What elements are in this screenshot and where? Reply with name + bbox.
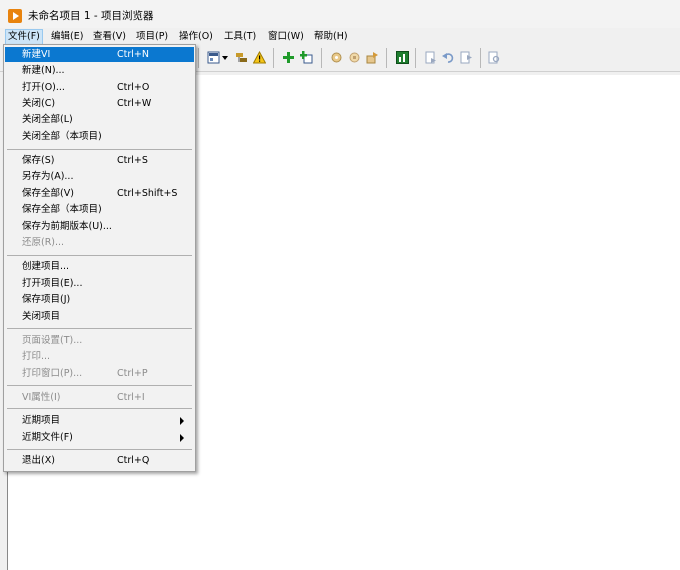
menu-item-close-project[interactable]: 关闭项目 <box>5 309 194 324</box>
menu-operate[interactable]: 操作(O) <box>179 30 213 44</box>
menu-tools[interactable]: 工具(T) <box>224 30 256 44</box>
menu-separator <box>7 149 192 150</box>
menu-item-create-project[interactable]: 创建项目... <box>5 259 194 274</box>
menu-item-revert: 还原(R)... <box>22 237 65 248</box>
menu-edit[interactable]: 编辑(E) <box>51 30 83 44</box>
submenu-arrow-icon <box>180 417 184 425</box>
menu-item-save-previous-version[interactable]: 保存为前期版本(U)... <box>5 219 194 234</box>
add-green-icon[interactable] <box>282 51 295 64</box>
deploy-icon[interactable] <box>366 51 379 64</box>
file-menu-dropdown: 新建VI Ctrl+N 新建(N)... 打开(O)... Ctrl+O 关闭(C)… <box>3 44 196 472</box>
menu-item-page-setup: 页面设置(T)... <box>22 335 83 346</box>
toolbar-separator <box>273 48 274 68</box>
menu-bar: 文件(F) 编辑(E) 查看(V) 项目(P) 操作(O) 工具(T) 窗口(W… <box>0 28 680 45</box>
menu-item-recent-projects[interactable]: 近期项目 <box>5 413 194 428</box>
new-vi-icon[interactable] <box>207 51 220 64</box>
menu-item-save[interactable]: 保存(S) Ctrl+S <box>5 153 194 168</box>
menu-separator <box>7 255 192 256</box>
app-icon <box>8 9 22 23</box>
menu-project[interactable]: 项目(P) <box>136 30 168 44</box>
toolbar-separator <box>386 48 387 68</box>
menu-item-open[interactable]: 打开(O)... Ctrl+O <box>5 80 194 95</box>
menu-item-save-project[interactable]: 保存项目(J) <box>5 292 194 307</box>
chart-icon[interactable] <box>396 51 409 64</box>
menu-separator <box>7 408 192 409</box>
menu-file[interactable]: 文件(F) <box>5 29 43 45</box>
menu-separator <box>7 449 192 450</box>
warning-icon[interactable] <box>252 50 267 64</box>
menu-item-save-all[interactable]: 保存全部(V) Ctrl+Shift+S <box>5 186 194 201</box>
toolbar-separator <box>198 48 199 68</box>
menu-item-close-all[interactable]: 关闭全部(L) <box>5 112 194 127</box>
build-settings-icon[interactable] <box>348 51 361 64</box>
doc-icon[interactable] <box>424 51 437 64</box>
toolbar-separator <box>321 48 322 68</box>
menu-item-save-as[interactable]: 另存为(A)... <box>5 169 194 184</box>
menu-item-print-window: 打印窗口(P)... Ctrl+P <box>22 368 148 379</box>
build-icon[interactable] <box>330 51 343 64</box>
menu-item-exit[interactable]: 退出(X) Ctrl+Q <box>5 453 194 468</box>
dropdown-arrow-icon[interactable] <box>222 51 228 64</box>
add-file-icon[interactable] <box>300 51 313 64</box>
menu-view[interactable]: 查看(V) <box>93 30 126 44</box>
find-icon[interactable] <box>488 51 501 64</box>
menu-separator <box>7 328 192 329</box>
menu-item-new-vi[interactable]: 新建VI Ctrl+N <box>5 47 194 62</box>
menu-item-recent-files[interactable]: 近期文件(F) <box>5 430 194 445</box>
menu-separator <box>7 385 192 386</box>
properties-icon[interactable] <box>235 51 248 64</box>
menu-item-close-all-project[interactable]: 关闭全部（本项目) <box>5 129 194 144</box>
menu-item-print: 打印... <box>22 351 51 362</box>
menu-window[interactable]: 窗口(W) <box>268 30 304 44</box>
menu-item-save-all-project[interactable]: 保存全部（本项目) <box>5 202 194 217</box>
menu-item-new[interactable]: 新建(N)... <box>5 63 194 78</box>
menu-item-close[interactable]: 关闭(C) Ctrl+W <box>5 96 194 111</box>
menu-item-vi-properties: VI属性(I) Ctrl+I <box>22 392 145 403</box>
redo-icon[interactable] <box>460 51 473 64</box>
toolbar-separator <box>480 48 481 68</box>
menu-item-open-project[interactable]: 打开项目(E)... <box>5 276 194 291</box>
undo-icon[interactable] <box>442 51 455 64</box>
window-title: 未命名项目 1 - 项目浏览器 <box>28 10 154 22</box>
title-bar: 未命名项目 1 - 项目浏览器 <box>0 0 680 30</box>
toolbar-separator <box>415 48 416 68</box>
submenu-arrow-icon <box>180 434 184 442</box>
menu-help[interactable]: 帮助(H) <box>314 30 348 44</box>
